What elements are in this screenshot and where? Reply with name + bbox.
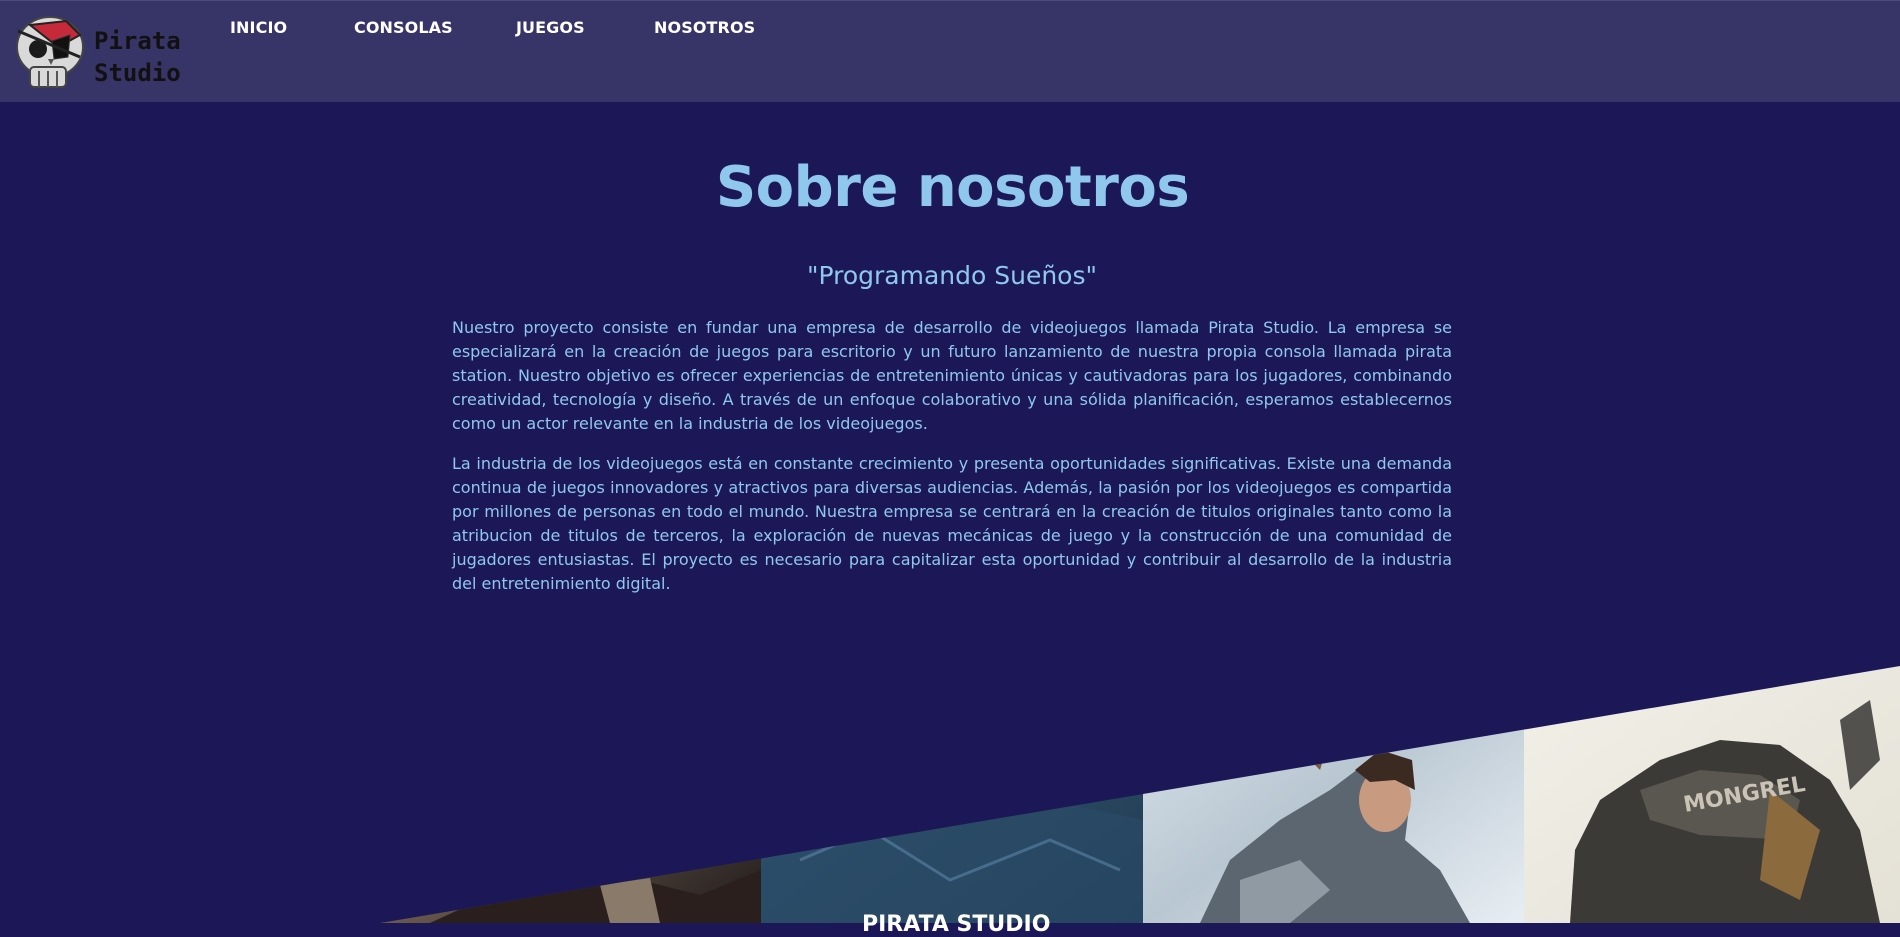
about-paragraph: Nuestro proyecto consiste en fundar una … <box>452 318 1452 433</box>
main-nav: INICIO CONSOLAS JUEGOS NOSOTROS <box>0 1 900 57</box>
nav-link-juegos[interactable]: JUEGOS <box>516 18 585 37</box>
about-paragraph: La industria de los videojuegos está en … <box>452 454 1452 593</box>
nav-link-nosotros[interactable]: NOSOTROS <box>654 18 755 37</box>
nav-link-inicio[interactable]: INICIO <box>230 18 287 37</box>
logo-text-line2: Studio <box>94 59 181 87</box>
page-title: Sobre nosotros <box>715 155 1190 220</box>
about-content: Nuestro proyecto consiste en fundar una … <box>452 316 1452 612</box>
navbar: Piratas Studio INICIO CONSOLAS JUEGOS NO… <box>0 0 1900 102</box>
slogan: "Programando Sueños" <box>806 261 1097 290</box>
nav-link-consolas[interactable]: CONSOLAS <box>354 18 453 37</box>
about-section: Sobre nosotros "Programando Sueños" Nues… <box>0 102 1900 923</box>
